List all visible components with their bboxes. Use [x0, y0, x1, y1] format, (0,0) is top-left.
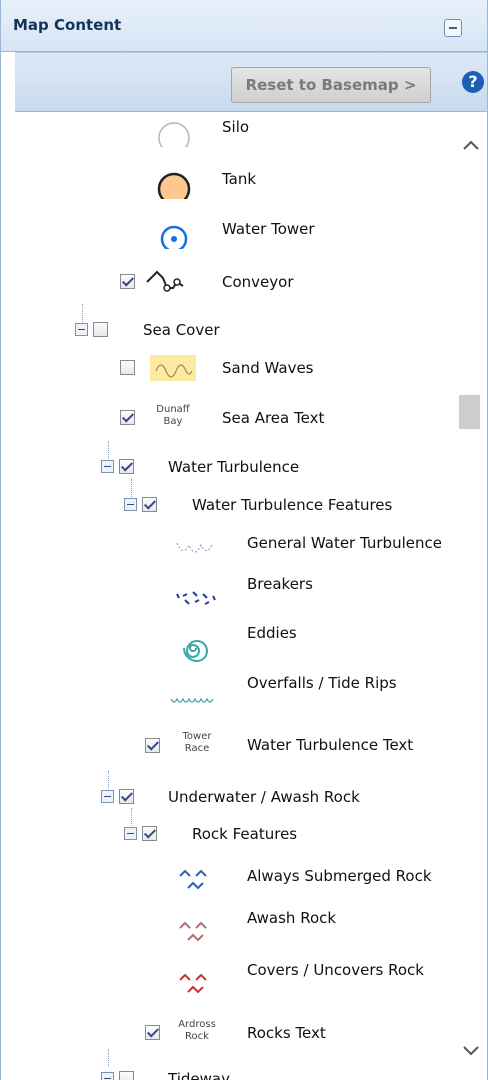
panel-header: Map Content [1, 0, 487, 52]
layer-label-water-turbulence-text: Water Turbulence Text [247, 736, 414, 754]
list-item-sea-cover[interactable]: Sea Cover [1, 304, 456, 350]
underwater-rock-checkbox[interactable] [119, 789, 134, 804]
water-turbulence-sample-icon: Tower Race [182, 731, 212, 754]
eddy-icon [173, 633, 219, 663]
layer-label-eddies: Eddies [247, 624, 297, 642]
layer-label-overfalls: Overfalls / Tide Rips [247, 674, 397, 692]
tree-line [108, 441, 109, 459]
layer-label-tideway: Tideway [168, 1070, 230, 1080]
scroll-down-icon[interactable] [461, 1044, 481, 1058]
list-item-rocks-text[interactable]: Ardross Rock Rocks Text [1, 1010, 456, 1050]
layer-tree: Silo Tank Water Tower Conveyor Sea Cover… [1, 112, 456, 1080]
conveyor-icon [145, 264, 191, 294]
vertical-scrollbar[interactable] [456, 112, 487, 1080]
layer-label-water-turbulence-features: Water Turbulence Features [192, 496, 393, 514]
list-item-awash-rock: Awash Rock [1, 908, 456, 948]
list-item-general-water-turbulence: General Water Turbulence [1, 523, 456, 563]
always-submerged-rock-icon [172, 868, 218, 898]
tank-icon [151, 169, 197, 199]
rocks-sample-icon: Ardross Rock [178, 1019, 216, 1042]
tideway-expander[interactable] [101, 1072, 114, 1080]
tree-line [108, 1049, 109, 1067]
water-turbulence-text-checkbox[interactable] [145, 738, 160, 753]
scrollbar-thumb[interactable] [459, 395, 480, 429]
tideway-checkbox[interactable] [119, 1071, 134, 1080]
sea-cover-expander[interactable] [75, 323, 88, 336]
sand-waves-icon [150, 353, 196, 383]
layer-label-breakers: Breakers [247, 575, 313, 593]
list-item-water-turbulence-text[interactable]: Tower Race Water Turbulence Text [1, 725, 456, 765]
list-item-tank: Tank [1, 164, 456, 204]
list-item-conveyor[interactable]: Conveyor [1, 262, 456, 302]
list-item-underwater-rock[interactable]: Underwater / Awash Rock [1, 771, 456, 817]
list-item-sea-area-text[interactable]: Dunaff Bay Sea Area Text [1, 398, 456, 438]
underwater-rock-expander[interactable] [101, 790, 114, 803]
overfalls-icon [169, 685, 215, 715]
panel-toolbar: Reset to Basemap > ? [15, 52, 487, 112]
water-turbulence-expander[interactable] [101, 460, 114, 473]
layer-label-rocks-text: Rocks Text [247, 1024, 326, 1042]
layer-label-sea-area-text: Sea Area Text [222, 409, 325, 427]
scroll-up-icon[interactable] [461, 138, 481, 152]
sea-area-text-checkbox[interactable] [120, 410, 135, 425]
water-turbulence-checkbox[interactable] [119, 459, 134, 474]
breakers-icon [173, 586, 219, 616]
list-item-water-tower: Water Tower [1, 214, 456, 254]
rocks-text-checkbox[interactable] [145, 1025, 160, 1040]
covers-uncovers-rock-icon [172, 972, 218, 1002]
rock-features-expander[interactable] [124, 827, 137, 840]
sea-area-sample-icon: Dunaff Bay [156, 404, 190, 427]
list-item-always-submerged-rock: Always Submerged Rock [1, 856, 456, 896]
list-item-covers-uncovers-rock: Covers / Uncovers Rock [1, 960, 456, 1000]
layer-label-always-submerged-rock: Always Submerged Rock [247, 867, 432, 885]
tree-line [131, 808, 132, 826]
tree-line [131, 479, 132, 497]
list-item-tideway[interactable]: Tideway [1, 1049, 456, 1080]
awash-rock-icon [172, 920, 218, 950]
water-turbulence-features-expander[interactable] [124, 498, 137, 511]
layer-label-underwater-rock: Underwater / Awash Rock [168, 788, 360, 806]
general-water-turbulence-icon [173, 535, 219, 565]
list-item-water-turbulence[interactable]: Water Turbulence [1, 441, 456, 487]
sand-waves-checkbox[interactable] [120, 360, 135, 375]
layer-label-silo: Silo [222, 118, 250, 136]
rock-features-checkbox[interactable] [142, 826, 157, 841]
layer-label-rock-features: Rock Features [192, 825, 298, 843]
collapse-icon[interactable] [444, 19, 462, 37]
list-item-rock-features[interactable]: Rock Features [1, 808, 456, 854]
layer-label-conveyor: Conveyor [222, 273, 294, 291]
conveyor-checkbox[interactable] [120, 274, 135, 289]
water-turbulence-features-checkbox[interactable] [142, 497, 157, 512]
reset-to-basemap-button[interactable]: Reset to Basemap > [231, 67, 431, 103]
layer-label-awash-rock: Awash Rock [247, 909, 337, 927]
layer-label-tank: Tank [222, 170, 257, 188]
layer-label-water-turbulence: Water Turbulence [168, 458, 300, 476]
water-tower-icon [151, 219, 197, 249]
layer-label-sea-cover: Sea Cover [143, 321, 220, 339]
tree-line [108, 771, 109, 789]
sea-cover-checkbox[interactable] [93, 322, 108, 337]
list-item-sand-waves[interactable]: Sand Waves [1, 348, 456, 388]
tree-line [82, 304, 83, 322]
list-item-overfalls: Overfalls / Tide Rips [1, 673, 456, 713]
list-item-breakers: Breakers [1, 574, 456, 614]
silo-icon [151, 117, 197, 147]
layer-label-sand-waves: Sand Waves [222, 359, 314, 377]
help-icon[interactable]: ? [462, 71, 484, 93]
map-content-panel: Map Content Reset to Basemap > ? Silo Ta… [0, 0, 488, 1080]
list-item-eddies: Eddies [1, 623, 456, 663]
list-item-silo: Silo [1, 112, 456, 152]
layer-label-water-tower: Water Tower [222, 220, 315, 238]
list-item-water-turbulence-features[interactable]: Water Turbulence Features [1, 479, 456, 525]
panel-title: Map Content [13, 16, 122, 34]
layer-label-general-water-turbulence: General Water Turbulence [247, 534, 442, 552]
layer-label-covers-uncovers-rock: Covers / Uncovers Rock [247, 961, 424, 979]
